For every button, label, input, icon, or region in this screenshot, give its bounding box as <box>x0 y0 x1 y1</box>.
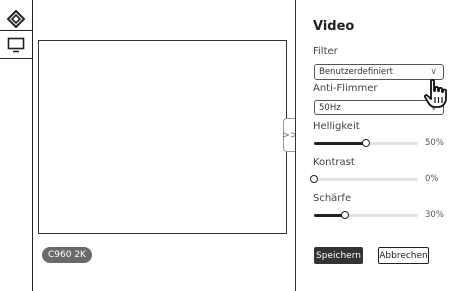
chevron-down-icon: ∨ <box>430 67 437 77</box>
brightness-label: Helligkeit <box>313 121 360 132</box>
cancel-button[interactable]: Abbrechen <box>378 247 429 264</box>
camera-model-badge: C960 2K <box>42 247 92 263</box>
contrast-slider-thumb[interactable] <box>310 175 318 183</box>
save-button[interactable]: Speichern <box>314 247 363 264</box>
brightness-slider-thumb[interactable] <box>362 139 370 147</box>
sharpness-label: Schärfe <box>313 193 352 204</box>
brightness-value: 50% <box>425 138 444 148</box>
filter-label: Filter <box>313 46 338 57</box>
diamond-logo-icon[interactable] <box>5 8 27 30</box>
rail-divider <box>0 58 33 59</box>
contrast-slider[interactable] <box>310 175 418 183</box>
sharpness-slider[interactable] <box>314 211 418 219</box>
brightness-slider-fill <box>314 142 366 145</box>
preview-area: C960 2K <box>33 0 293 291</box>
antiflicker-select-value: 50Hz <box>319 102 341 113</box>
filter-select-value: Benutzerdefiniert <box>319 67 393 77</box>
monitor-icon[interactable] <box>5 34 27 56</box>
antiflicker-label: Anti-Flimmer <box>313 83 378 94</box>
sharpness-value: 30% <box>425 210 444 220</box>
rail-divider <box>0 30 33 31</box>
contrast-value: 0% <box>425 174 439 184</box>
sharpness-slider-thumb[interactable] <box>341 211 350 219</box>
hand-pointer-icon <box>420 78 452 110</box>
brightness-slider[interactable] <box>314 139 418 147</box>
left-rail <box>0 0 33 291</box>
panel-title: Video <box>313 19 355 34</box>
video-settings-panel: Video Filter Benutzerdefiniert ∨ Anti-Fl… <box>296 0 462 291</box>
camera-preview <box>38 40 287 234</box>
contrast-label: Kontrast <box>313 157 355 168</box>
